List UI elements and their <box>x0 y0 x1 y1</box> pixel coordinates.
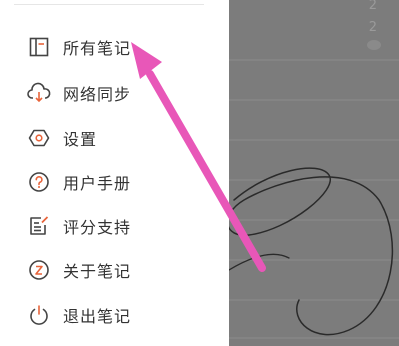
handwritten-scribble <box>229 167 394 336</box>
menu-item-label: 评分支持 <box>63 218 132 237</box>
menu-item-exit-notes[interactable]: 退出笔记 <box>0 293 229 337</box>
rate-edit-icon <box>26 213 52 239</box>
menu-item-label: 设置 <box>63 130 98 149</box>
settings-hexagon-icon <box>26 125 52 151</box>
about-info-icon <box>26 257 52 283</box>
menu-item-label: 用户手册 <box>63 174 132 193</box>
menu-item-label: 退出笔记 <box>63 307 132 326</box>
navigation-drawer: 所有笔记 网络同步 设置 用户手册 评分支持 关于笔记 退出笔记 <box>0 0 229 346</box>
dimmed-note-page[interactable]: 2 2 <box>229 0 399 346</box>
help-circle-icon <box>26 169 52 195</box>
menu-item-user-manual[interactable]: 用户手册 <box>0 160 229 204</box>
menu-item-settings[interactable]: 设置 <box>0 116 229 160</box>
menu-item-network-sync[interactable]: 网络同步 <box>0 71 229 115</box>
menu-item-all-notes[interactable]: 所有笔记 <box>0 25 229 69</box>
menu-item-about-notes[interactable]: 关于笔记 <box>0 248 229 292</box>
menu-item-label: 所有笔记 <box>63 39 132 58</box>
power-icon <box>26 302 52 328</box>
notebook-icon <box>26 34 52 60</box>
cloud-sync-icon <box>26 80 52 106</box>
menu-item-rate-support[interactable]: 评分支持 <box>0 204 229 248</box>
menu-item-label: 关于笔记 <box>63 262 132 281</box>
menu-item-label: 网络同步 <box>63 85 132 104</box>
divider <box>14 4 204 5</box>
